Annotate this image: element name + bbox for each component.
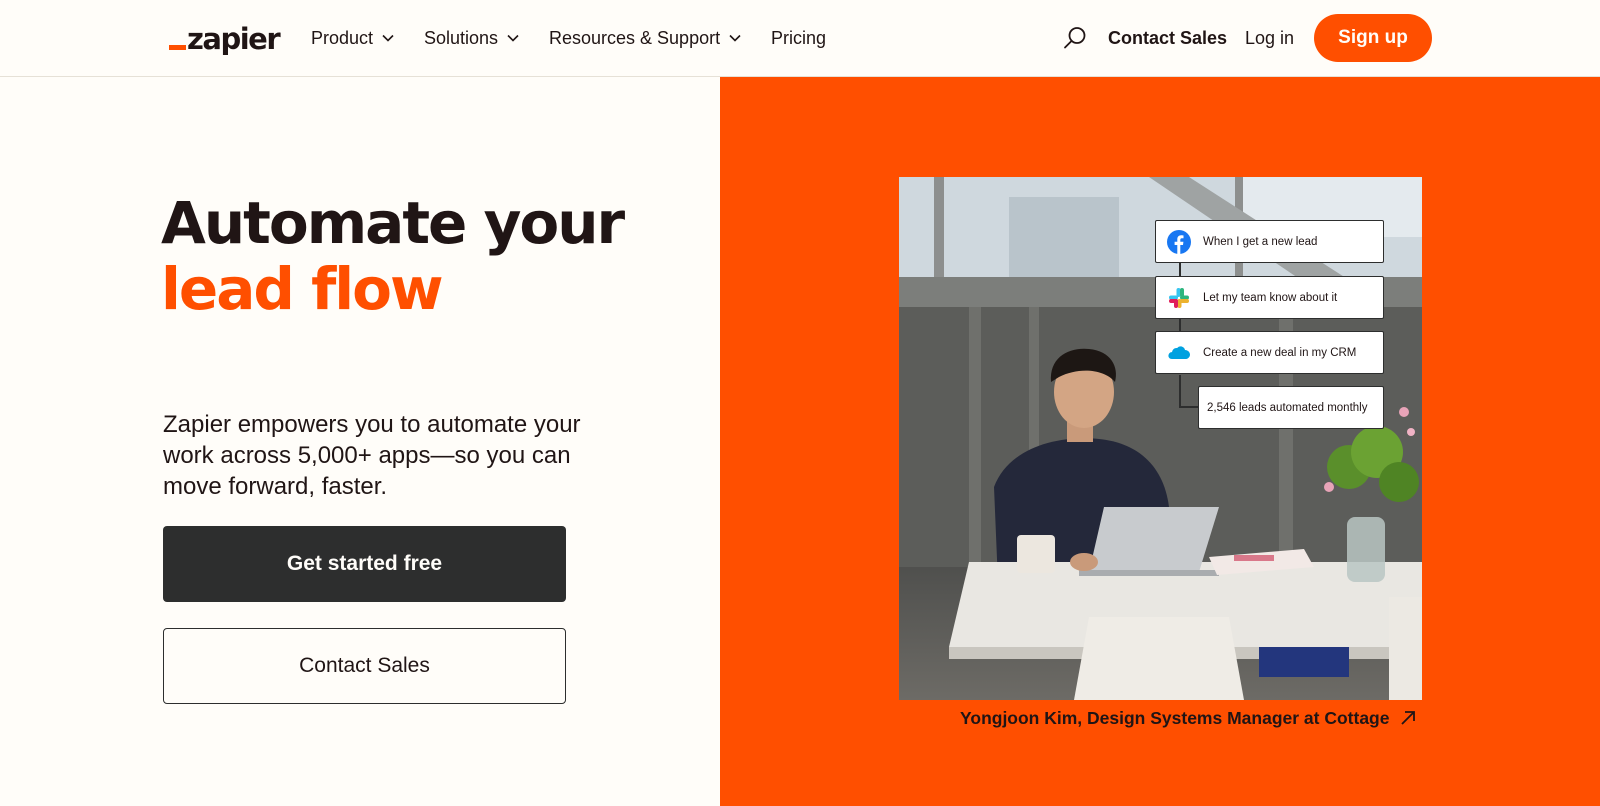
nav-solutions-menu[interactable]: Solutions	[424, 24, 519, 52]
arrow-up-right-icon	[1401, 711, 1416, 725]
workflow-connector-elbow	[1179, 406, 1199, 408]
search-icon[interactable]	[1062, 25, 1088, 51]
chevron-down-icon	[507, 34, 519, 42]
nav-pricing-label: Pricing	[771, 27, 827, 48]
nav-resources-label: Resources & Support	[549, 27, 721, 48]
workflow-stat-card: 2,546 leads automated monthly	[1198, 386, 1384, 429]
nav-product-menu[interactable]: Product	[311, 24, 394, 52]
logo-wordmark: zapier	[187, 22, 281, 56]
workflow-step-card: Create a new deal in my CRM	[1155, 331, 1384, 374]
caption-text: Yongjoon Kim, Design Systems Manager at …	[960, 707, 1390, 728]
hero-title-line-1: Automate your	[161, 189, 625, 257]
testimonial-caption-link[interactable]: Yongjoon Kim, Design Systems Manager at …	[960, 706, 1417, 730]
workflow-step-label: Let my team know about it	[1203, 291, 1338, 304]
workflow-step-card: When I get a new lead	[1155, 220, 1384, 263]
workflow-connector	[1179, 375, 1181, 407]
logo-underscore-mark	[169, 45, 186, 50]
hero-description: Zapier empowers you to automate your wor…	[163, 411, 581, 500]
workflow-connector	[1179, 262, 1181, 276]
contact-sales-button[interactable]: Contact Sales	[163, 628, 566, 704]
nav-resources-menu[interactable]: Resources & Support	[549, 24, 741, 52]
workflow-step-label: Create a new deal in my CRM	[1203, 346, 1357, 359]
facebook-icon	[1167, 229, 1191, 254]
nav-product-label: Product	[311, 27, 374, 48]
sign-up-button[interactable]: Sign up	[1314, 14, 1432, 62]
nav-solutions-label: Solutions	[424, 27, 499, 48]
nav-pricing-link[interactable]: Pricing	[771, 24, 826, 52]
workflow-stat-label: 2,546 leads automated monthly	[1207, 401, 1368, 414]
top-navigation-bar: zapier Product Solutions Resources & Sup…	[0, 0, 1600, 77]
hero-title-line-2: lead flow	[161, 255, 444, 323]
hero-title: Automate your lead flow	[161, 189, 625, 323]
chevron-down-icon	[729, 34, 741, 42]
slack-icon	[1169, 287, 1189, 308]
zapier-logo[interactable]: zapier	[169, 20, 281, 56]
chevron-down-icon	[382, 34, 394, 42]
get-started-free-button[interactable]: Get started free	[163, 526, 566, 602]
workflow-step-card: Let my team know about it	[1155, 276, 1384, 319]
workflow-step-label: When I get a new lead	[1203, 235, 1318, 248]
header-contact-sales-link[interactable]: Contact Sales	[1108, 24, 1227, 52]
log-in-link[interactable]: Log in	[1245, 24, 1294, 52]
salesforce-icon	[1168, 345, 1190, 359]
